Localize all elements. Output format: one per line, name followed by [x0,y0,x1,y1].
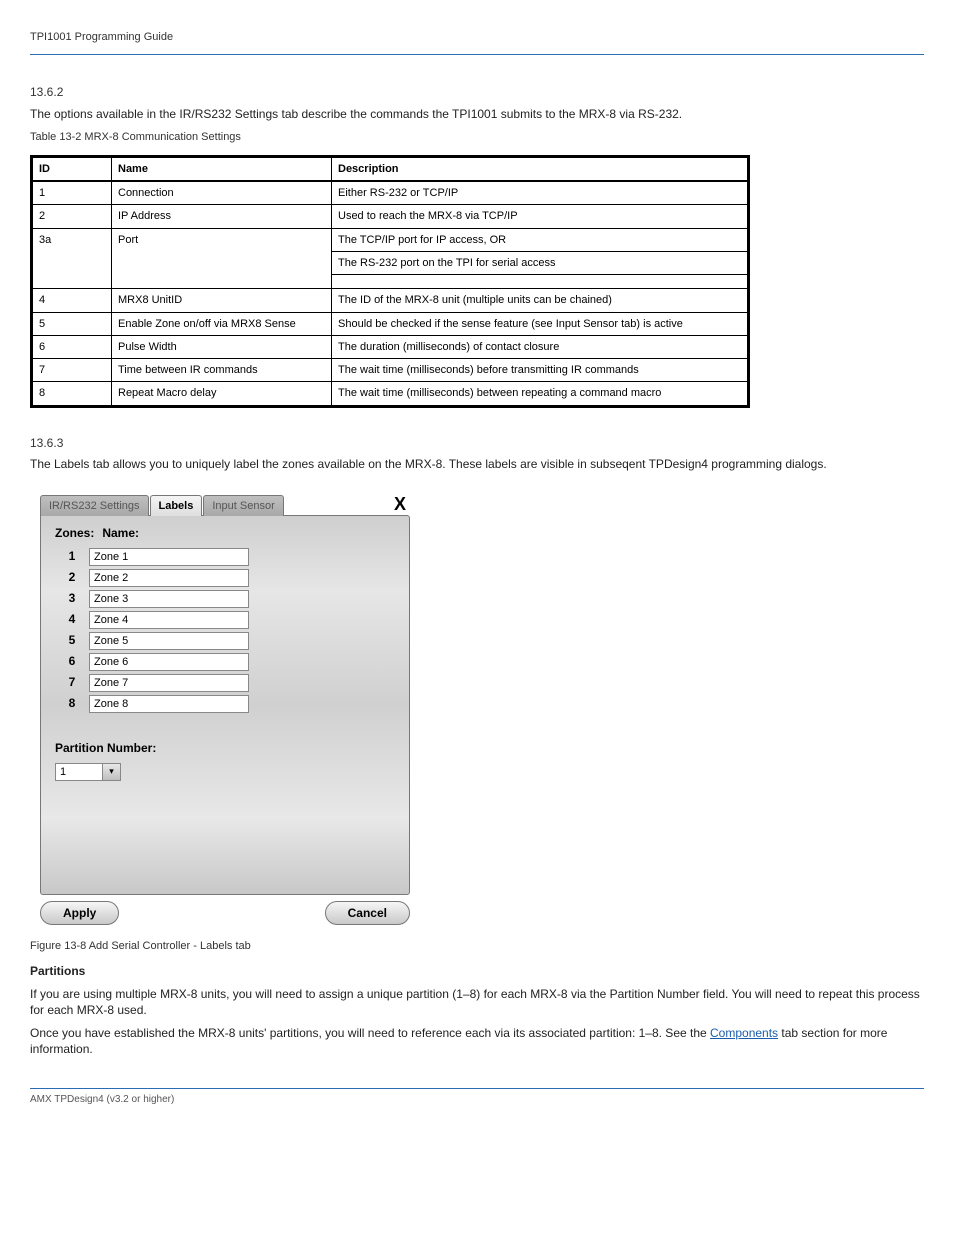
tab-ir-rs232[interactable]: IR/RS232 Settings [40,495,149,516]
zone-name-input[interactable] [89,674,249,692]
cell: MRX8 UnitID [112,289,332,312]
cell: IP Address [112,205,332,228]
name-label: Name: [102,526,139,540]
zone-name-input[interactable] [89,653,249,671]
zone-num: 8 [55,696,89,712]
partitions-heading: Partitions [30,964,924,980]
cell: Port [112,228,332,289]
cell: Either RS-232 or TCP/IP [332,181,749,205]
zone-row: 2 [55,569,395,587]
table-row: 1 Connection Either RS-232 or TCP/IP [32,181,749,205]
table-header-row: ID Name Description [32,156,749,181]
zone-row: 5 [55,632,395,650]
table-row: 4 MRX8 UnitID The ID of the MRX-8 unit (… [32,289,749,312]
table-caption: Table 13-2 MRX-8 Communication Settings [30,130,924,144]
page-footer: AMX TPDesign4 (v3.2 or higher) [30,1093,924,1106]
apply-button[interactable]: Apply [40,901,119,925]
cell [332,275,749,289]
zone-row: 3 [55,590,395,608]
zone-num: 7 [55,675,89,691]
th-id: ID [32,156,112,181]
table-row: 3a Port The TCP/IP port for IP access, O… [32,228,749,251]
zone-row: 1 [55,548,395,566]
zone-num: 3 [55,591,89,607]
intro-paragraph-a: The options available in the IR/RS232 Se… [30,107,924,123]
cell: 7 [32,359,112,382]
components-link[interactable]: Components [710,1026,778,1040]
table-row: 8 Repeat Macro delay The wait time (mill… [32,382,749,406]
cell: The ID of the MRX-8 unit (multiple units… [332,289,749,312]
zone-name-input[interactable] [89,548,249,566]
cell: Time between IR commands [112,359,332,382]
cancel-button[interactable]: Cancel [325,901,410,925]
zone-name-input[interactable] [89,590,249,608]
zone-num: 1 [55,549,89,565]
chevron-down-icon[interactable]: ▾ [103,763,121,781]
zones-label: Zones: [55,526,99,542]
th-desc: Description [332,156,749,181]
cell: Repeat Macro delay [112,382,332,406]
mrx8-labels-dialog: IR/RS232 Settings Labels Input Sensor X … [40,493,410,925]
tab-labels[interactable]: Labels [150,495,203,516]
zone-row: 4 [55,611,395,629]
header-rule [30,54,924,55]
cell: 4 [32,289,112,312]
section-number-a: 13.6.2 [30,85,924,101]
zone-name-input[interactable] [89,611,249,629]
partition-label: Partition Number: [55,741,395,757]
zone-row: 7 [55,674,395,692]
intro-paragraph-b: The Labels tab allows you to uniquely la… [30,457,924,473]
cell: The duration (milliseconds) of contact c… [332,335,749,358]
cell: 6 [32,335,112,358]
zones-header: Zones: Name: [55,526,395,542]
cell: Enable Zone on/off via MRX8 Sense [112,312,332,335]
cell: The RS-232 port on the TPI for serial ac… [332,251,749,274]
table-row: 2 IP Address Used to reach the MRX-8 via… [32,205,749,228]
zone-name-input[interactable] [89,695,249,713]
zone-name-input[interactable] [89,569,249,587]
footer-rule [30,1088,924,1089]
zone-num: 5 [55,633,89,649]
page-header: TPI1001 Programming Guide [30,30,924,44]
dialog-tabs: IR/RS232 Settings Labels Input Sensor X [40,493,410,516]
mrx8-settings-table: ID Name Description 1 Connection Either … [30,155,750,408]
table-row: 6 Pulse Width The duration (milliseconds… [32,335,749,358]
partitions-paragraph-1: If you are using multiple MRX-8 units, y… [30,987,924,1018]
partition-input[interactable] [55,763,103,781]
cell: Connection [112,181,332,205]
zone-row: 8 [55,695,395,713]
tab-input-sensor[interactable]: Input Sensor [203,495,283,516]
close-icon[interactable]: X [394,493,410,516]
cell: 2 [32,205,112,228]
cell: Used to reach the MRX-8 via TCP/IP [332,205,749,228]
zone-row: 6 [55,653,395,671]
table-row: 7 Time between IR commands The wait time… [32,359,749,382]
cell: Should be checked if the sense feature (… [332,312,749,335]
cell: The wait time (milliseconds) between rep… [332,382,749,406]
zone-num: 4 [55,612,89,628]
cell: Pulse Width [112,335,332,358]
cell: 5 [32,312,112,335]
table-row: 5 Enable Zone on/off via MRX8 Sense Shou… [32,312,749,335]
zone-name-input[interactable] [89,632,249,650]
cell: The wait time (milliseconds) before tran… [332,359,749,382]
cell: 3a [32,228,112,289]
cell: 1 [32,181,112,205]
partitions-paragraph-2: Once you have established the MRX-8 unit… [30,1026,924,1057]
zone-num: 2 [55,570,89,586]
partition-select[interactable]: ▾ [55,763,395,781]
figure-caption: Figure 13-8 Add Serial Controller - Labe… [30,939,924,953]
dialog-body: Zones: Name: 1 2 3 4 5 6 7 [40,515,410,895]
th-name: Name [112,156,332,181]
cell: The TCP/IP port for IP access, OR [332,228,749,251]
cell: 8 [32,382,112,406]
zone-num: 6 [55,654,89,670]
para2-pre: Once you have established the MRX-8 unit… [30,1026,710,1040]
dialog-footer: Apply Cancel [40,901,410,925]
section-number-b: 13.6.3 [30,436,924,452]
